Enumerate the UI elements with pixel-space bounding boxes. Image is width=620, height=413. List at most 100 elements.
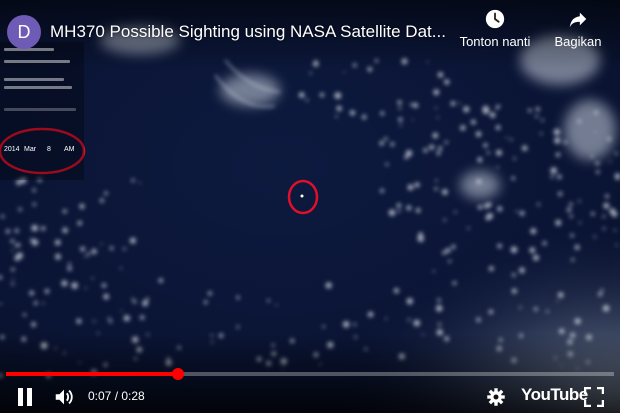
cloud-speck [131, 297, 134, 301]
cloud-speck [107, 317, 111, 320]
cloud-speck [42, 302, 45, 305]
cloud-speck [62, 227, 68, 234]
search-input[interactable] [4, 108, 76, 111]
watch-later-button[interactable]: Tonton nanti [450, 8, 540, 49]
cloud-speck [477, 205, 483, 210]
cloud-speck [437, 298, 441, 302]
cloud-speck [497, 206, 503, 212]
channel-avatar[interactable]: D [7, 15, 41, 49]
cloud-speck [600, 288, 604, 292]
cloud-speck [495, 106, 499, 110]
cloud-speck [530, 228, 537, 235]
cloud-speck [55, 253, 61, 260]
cloud-speck [432, 132, 439, 139]
cloud-speck [475, 131, 482, 137]
cloud-speck [532, 248, 536, 251]
cloud-speck [433, 89, 440, 96]
volume-button[interactable] [50, 384, 78, 410]
cloud-speck [511, 176, 515, 181]
cloud-speck [537, 203, 540, 206]
cloud-speck [533, 307, 538, 311]
cloud-speck [497, 243, 502, 249]
cloud-speck [412, 102, 419, 108]
cloud-speck [361, 114, 367, 120]
cloud-speck [379, 140, 385, 146]
cloud-speck [86, 252, 90, 256]
cloud-speck [542, 241, 547, 246]
cloud-speck [397, 100, 402, 105]
cloud-speck [616, 177, 619, 181]
cloud-speck [488, 309, 494, 315]
fullscreen-button[interactable] [582, 384, 606, 410]
cloud-speck [80, 246, 85, 252]
ampm-value[interactable]: AM [64, 146, 75, 153]
cloud-speck [23, 313, 27, 317]
share-icon [569, 12, 587, 28]
cloud-speck [76, 318, 82, 324]
video-title[interactable]: MH370 Possible Sighting using NASA Satel… [50, 22, 446, 42]
cloud-speck [412, 119, 414, 121]
year-value[interactable]: 2014 [4, 146, 20, 153]
cloud-speck [404, 155, 409, 160]
cloud-speck [483, 203, 490, 209]
cloud-speck [145, 297, 149, 301]
cloud-speck [467, 227, 470, 230]
day-value[interactable]: 8 [47, 146, 51, 153]
cloud-speck [613, 229, 617, 232]
cloud-speck [558, 191, 563, 196]
cloud-speck [16, 243, 21, 248]
progress-bar[interactable] [6, 372, 614, 376]
cloud-speck [11, 249, 14, 252]
share-button[interactable]: Bagikan [533, 8, 620, 49]
cloud-speck [438, 322, 442, 326]
time-display: 0:07 / 0:28 [88, 389, 145, 403]
cloud-speck [397, 209, 401, 213]
cloud-speck [444, 140, 448, 144]
cloud-speck [444, 79, 450, 85]
cloud-speck [546, 310, 549, 313]
cloud-speck [68, 262, 71, 266]
video-player[interactable]: 2014 Mar 8 AM D MH370 Possible Sighting … [0, 0, 620, 413]
cloud-speck [309, 72, 312, 75]
cloud-speck [415, 208, 421, 213]
settings-icon [487, 388, 505, 406]
cloud-speck [413, 319, 421, 327]
cloud-speck [10, 239, 15, 244]
cloud-speck [334, 92, 342, 99]
locate-toggle[interactable] [4, 60, 70, 63]
cloud-speck [535, 107, 540, 112]
cloud-speck [451, 244, 456, 249]
cloud-speck [489, 112, 496, 118]
cloud-speck [602, 215, 606, 218]
youtube-logo[interactable]: YouTube [521, 385, 588, 405]
cloud-speck [495, 125, 501, 130]
cloud-speck [602, 305, 610, 312]
cloud-speck [120, 310, 123, 312]
settings-button[interactable] [484, 384, 508, 410]
cloud-speck [62, 209, 67, 214]
cloud-speck [71, 282, 78, 289]
scrubber-handle[interactable] [172, 368, 185, 380]
cloud-speck [485, 215, 491, 221]
cloud-speck [406, 205, 412, 211]
cloud-speck [540, 132, 543, 135]
cloud-speck [505, 136, 508, 139]
cloud-speck [390, 142, 395, 147]
cloud-speck [406, 298, 413, 305]
month-value[interactable]: Mar [24, 146, 36, 153]
cloud-speck [16, 252, 23, 259]
cloud-speck [203, 300, 208, 305]
cloud-speck [407, 184, 414, 191]
cloud-speck [488, 266, 494, 272]
cloud-speck [423, 148, 428, 153]
cloud-speck [414, 182, 420, 188]
pause-button[interactable] [12, 384, 38, 410]
crosshairs-toggle[interactable] [4, 48, 54, 51]
cloud-speck [11, 267, 15, 272]
share-label: Bagikan [554, 34, 602, 49]
cloud-speck [94, 320, 97, 323]
cloud-speck [298, 92, 305, 98]
cloud-speck [441, 189, 448, 195]
cloud-speck [349, 110, 356, 116]
cloud-speck [322, 325, 326, 328]
